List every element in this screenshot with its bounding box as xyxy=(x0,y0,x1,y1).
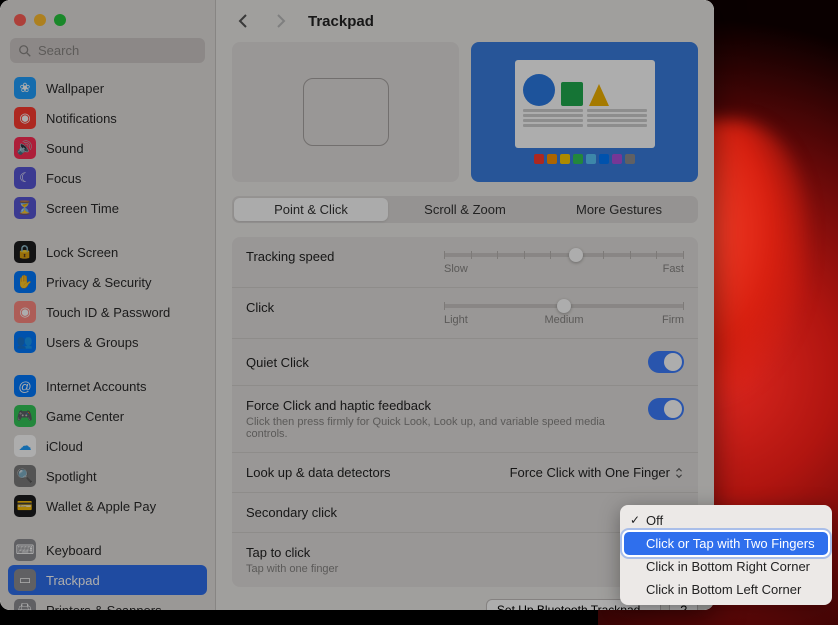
sidebar-icon: ◉ xyxy=(14,301,36,323)
sidebar-item-label: Sound xyxy=(46,141,84,156)
trackpad-preview xyxy=(232,42,459,182)
tab-point-click[interactable]: Point & Click xyxy=(234,198,388,221)
titlebar: Trackpad xyxy=(216,0,714,42)
back-button[interactable] xyxy=(232,10,254,32)
sidebar-item-label: Notifications xyxy=(46,111,117,126)
lookup-dropdown[interactable]: Force Click with One Finger xyxy=(510,465,684,480)
sidebar-icon: ⏳ xyxy=(14,197,36,219)
sidebar-item-label: Touch ID & Password xyxy=(46,305,170,320)
sidebar-item-sound[interactable]: 🔊 Sound xyxy=(8,133,207,163)
row-lookup: Look up & data detectors Force Click wit… xyxy=(232,453,698,493)
window-controls xyxy=(0,0,215,34)
chevron-updown-icon xyxy=(674,467,684,479)
tracking-speed-slider[interactable]: SlowFast xyxy=(444,249,684,275)
sidebar-item-trackpad[interactable]: ▭ Trackpad xyxy=(8,565,207,595)
row-click: Click LightMediumFirm xyxy=(232,288,698,339)
sidebar-item-screen-time[interactable]: ⏳ Screen Time xyxy=(8,193,207,223)
sidebar-item-label: Focus xyxy=(46,171,81,186)
tab-segment: Point & ClickScroll & ZoomMore Gestures xyxy=(232,196,698,223)
menu-item-click-in-bottom-right-corner[interactable]: Click in Bottom Right Corner xyxy=(624,555,828,578)
quiet-click-toggle[interactable] xyxy=(648,351,684,373)
sidebar-item-label: Lock Screen xyxy=(46,245,118,260)
sidebar-icon: 🔒 xyxy=(14,241,36,263)
sidebar-item-wallet-apple-pay[interactable]: 💳 Wallet & Apple Pay xyxy=(8,491,207,521)
click-slider[interactable]: LightMediumFirm xyxy=(444,300,684,326)
sidebar-item-label: Trackpad xyxy=(46,573,100,588)
sidebar-icon: ✋ xyxy=(14,271,36,293)
search-input[interactable]: Search xyxy=(10,38,205,63)
row-label: Force Click and haptic feedback xyxy=(246,398,648,413)
tab-scroll-zoom[interactable]: Scroll & Zoom xyxy=(388,198,542,221)
sidebar-item-users-groups[interactable]: 👥 Users & Groups xyxy=(8,327,207,357)
sidebar-item-printers-scanners[interactable]: 🖨 Printers & Scanners xyxy=(8,595,207,610)
sidebar-icon: 🎮 xyxy=(14,405,36,427)
row-tracking-speed: Tracking speed SlowFast xyxy=(232,237,698,288)
sidebar-icon: 🖨 xyxy=(14,599,36,610)
sidebar-item-label: Keyboard xyxy=(46,543,102,558)
sidebar-icon: 👥 xyxy=(14,331,36,353)
sidebar-item-focus[interactable]: ☾ Focus xyxy=(8,163,207,193)
sidebar-item-label: Spotlight xyxy=(46,469,97,484)
sidebar-item-keyboard[interactable]: ⌨ Keyboard xyxy=(8,535,207,565)
sidebar-icon: 💳 xyxy=(14,495,36,517)
sidebar-item-label: Users & Groups xyxy=(46,335,138,350)
sidebar-icon: ⌨ xyxy=(14,539,36,561)
sidebar-icon: ◉ xyxy=(14,107,36,129)
trackpad-icon xyxy=(303,78,389,146)
sidebar-item-label: Screen Time xyxy=(46,201,119,216)
sidebar-item-wallpaper[interactable]: ❀ Wallpaper xyxy=(8,73,207,103)
row-label: Tap to click xyxy=(246,545,684,560)
sidebar-item-label: Game Center xyxy=(46,409,124,424)
sidebar-item-spotlight[interactable]: 🔍 Spotlight xyxy=(8,461,207,491)
sidebar-item-notifications[interactable]: ◉ Notifications xyxy=(8,103,207,133)
desktop-preview xyxy=(471,42,698,182)
sidebar-icon: ❀ xyxy=(14,77,36,99)
zoom-button[interactable] xyxy=(54,14,66,26)
sidebar-item-label: Printers & Scanners xyxy=(46,603,162,611)
sidebar-item-touch-id-password[interactable]: ◉ Touch ID & Password xyxy=(8,297,207,327)
close-button[interactable] xyxy=(14,14,26,26)
row-label: Secondary click xyxy=(246,505,436,520)
row-label: Tracking speed xyxy=(246,249,436,264)
tab-more-gestures[interactable]: More Gestures xyxy=(542,198,696,221)
system-settings-window: Search ❀ Wallpaper ◉ Notifications 🔊 Sound ☾ Fo… xyxy=(0,0,714,610)
sidebar-icon: 🔊 xyxy=(14,137,36,159)
row-label: Quiet Click xyxy=(246,355,436,370)
sidebar-item-label: Privacy & Security xyxy=(46,275,151,290)
sidebar: Search ❀ Wallpaper ◉ Notifications 🔊 Sound ☾ Fo… xyxy=(0,0,216,610)
page-title: Trackpad xyxy=(308,13,374,30)
preview-row xyxy=(232,42,698,182)
search-icon xyxy=(18,44,32,58)
menu-item-off[interactable]: Off xyxy=(624,509,828,532)
sidebar-list: ❀ Wallpaper ◉ Notifications 🔊 Sound ☾ Focus ⏳ Scr… xyxy=(0,73,215,610)
row-sublabel: Click then press firmly for Quick Look, … xyxy=(246,416,606,440)
sidebar-icon: ▭ xyxy=(14,569,36,591)
sidebar-icon: 🔍 xyxy=(14,465,36,487)
sidebar-item-game-center[interactable]: 🎮 Game Center xyxy=(8,401,207,431)
sidebar-item-label: Wallet & Apple Pay xyxy=(46,499,156,514)
sidebar-item-label: Internet Accounts xyxy=(46,379,146,394)
menu-item-click-or-tap-with-two-fingers[interactable]: Click or Tap with Two Fingers xyxy=(624,532,828,555)
menu-item-click-in-bottom-left-corner[interactable]: Click in Bottom Left Corner xyxy=(624,578,828,601)
sidebar-item-internet-accounts[interactable]: @ Internet Accounts xyxy=(8,371,207,401)
sidebar-icon: @ xyxy=(14,375,36,397)
forward-button[interactable] xyxy=(270,10,292,32)
sidebar-item-icloud[interactable]: ☁ iCloud xyxy=(8,431,207,461)
sidebar-item-lock-screen[interactable]: 🔒 Lock Screen xyxy=(8,237,207,267)
sidebar-item-label: Wallpaper xyxy=(46,81,104,96)
sidebar-item-privacy-security[interactable]: ✋ Privacy & Security xyxy=(8,267,207,297)
search-placeholder: Search xyxy=(38,43,79,58)
sidebar-icon: ☾ xyxy=(14,167,36,189)
row-label: Look up & data detectors xyxy=(246,465,436,480)
sidebar-icon: ☁ xyxy=(14,435,36,457)
minimize-button[interactable] xyxy=(34,14,46,26)
row-label: Click xyxy=(246,300,436,315)
secondary-click-menu: OffClick or Tap with Two FingersClick in… xyxy=(620,505,832,605)
row-force-click: Force Click and haptic feedback Click th… xyxy=(232,386,698,453)
row-sublabel: Tap with one finger xyxy=(246,563,606,575)
row-quiet-click: Quiet Click xyxy=(232,339,698,386)
force-click-toggle[interactable] xyxy=(648,398,684,420)
sidebar-item-label: iCloud xyxy=(46,439,83,454)
